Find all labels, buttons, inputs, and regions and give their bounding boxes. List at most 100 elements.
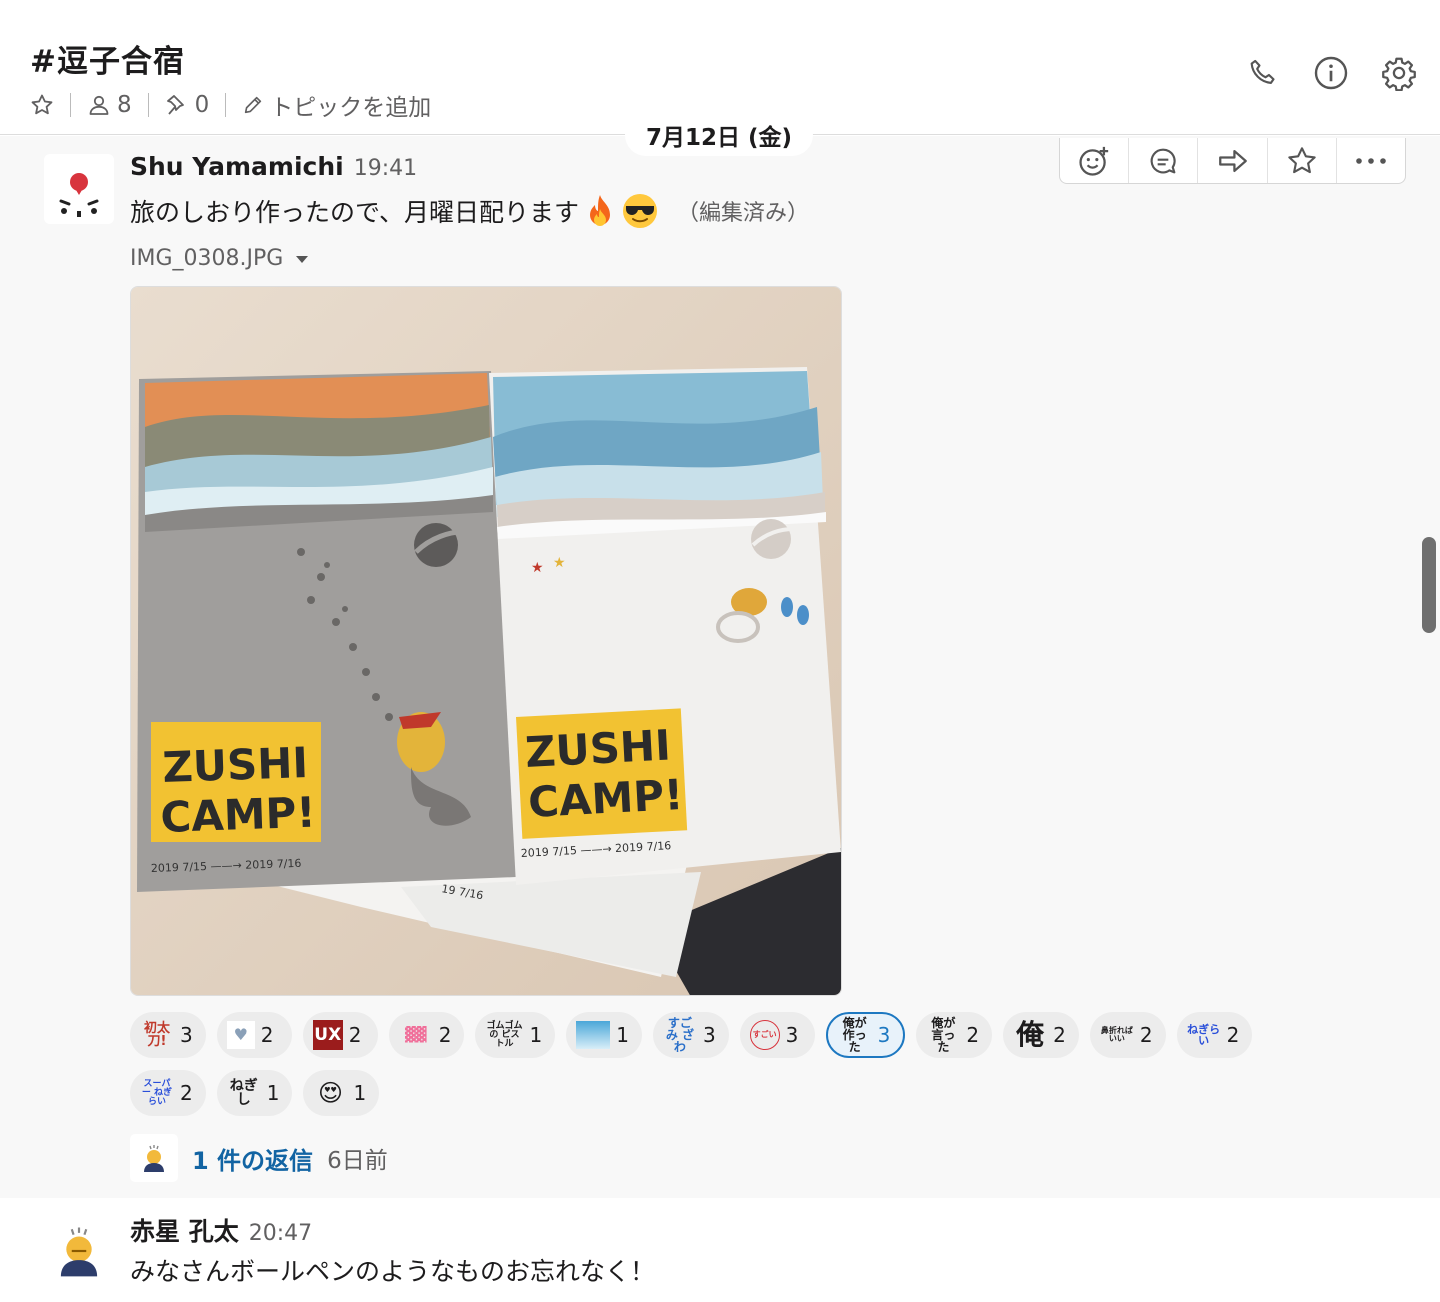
channel-details-button[interactable] <box>1312 54 1350 92</box>
reaction-count: 2 <box>180 1081 193 1105</box>
gomugomu-emoji-icon: ゴムゴムの ピストル <box>486 1020 523 1049</box>
reaction-sugomi-zawa[interactable]: すごみ ざわ 3 <box>652 1012 729 1058</box>
call-button[interactable] <box>1244 54 1282 92</box>
channel-name[interactable]: #逗子合宿 <box>30 36 185 81</box>
image-attachment[interactable]: ZUSHI CAMP! 2019 7/15 ——→ 2019 7/16 ★ ★ … <box>130 286 842 996</box>
edited-label: （編集済み） <box>677 201 810 226</box>
thread-icon <box>1150 148 1176 173</box>
reaction-count: 1 <box>616 1023 629 1047</box>
thread-summary[interactable]: 1 件の返信 6日前 <box>130 1134 388 1182</box>
share-arrow-icon <box>1218 149 1247 172</box>
add-reaction-button[interactable] <box>1060 138 1130 183</box>
reaction-count: 2 <box>966 1023 980 1047</box>
poster-title-line2-right: CAMP! <box>527 770 684 827</box>
message[interactable]: Shu Yamamichi 19:41 旅のしおり作ったので、月曜日配ります （… <box>0 136 1440 1198</box>
reaction-gomugomu[interactable]: ゴムゴムの ピストル 1 <box>475 1012 556 1058</box>
negishi-emoji-icon: ねぎし <box>229 1078 258 1108</box>
reaction-count: 1 <box>353 1081 367 1105</box>
reaction-ore[interactable]: 俺2 <box>1003 1012 1079 1058</box>
ore-ga-tsukutta-emoji-icon: 俺が 作った <box>842 1016 867 1054</box>
bowing-person-icon <box>144 1145 164 1172</box>
scrollbar-thumb[interactable] <box>1422 537 1436 633</box>
svg-text:★: ★ <box>553 555 566 571</box>
reaction-super-negirai[interactable]: スーパー ねぎらい 2 <box>130 1070 206 1116</box>
channel-settings-button[interactable] <box>1380 54 1418 92</box>
ellipsis-icon <box>1356 157 1386 164</box>
heart-emoji-icon: ♥ <box>226 1021 255 1049</box>
reaction-count: 1 <box>529 1023 543 1047</box>
reaction-ore-ga-itta[interactable]: 俺が 言った 2 <box>916 1012 993 1058</box>
reaction-sugoi[interactable]: すごい 3 <box>739 1012 815 1058</box>
star-channel-button[interactable] <box>30 93 54 117</box>
date-divider[interactable]: 7月12日 (金) <box>625 114 813 156</box>
caret-down-icon <box>296 255 309 263</box>
more-actions-button[interactable] <box>1337 138 1405 183</box>
poster-title-line2: CAMP! <box>160 788 317 842</box>
info-icon <box>1314 56 1348 90</box>
sugomi-zawa-emoji-icon: すごみ ざわ <box>665 1016 695 1054</box>
sky-emoji-icon: ▤ <box>576 1021 611 1049</box>
add-topic-button[interactable]: トピックを追加 <box>242 88 431 122</box>
timestamp[interactable]: 20:47 <box>249 1221 312 1246</box>
share-message-button[interactable] <box>1198 138 1268 183</box>
members-count: 8 <box>117 92 132 118</box>
sunglasses-emoji-icon <box>623 194 658 228</box>
reaction-negirai[interactable]: ねぎらい 2 <box>1176 1012 1253 1058</box>
message-text: 旅のしおり作ったので、月曜日配ります <box>130 198 580 227</box>
ore-emoji-icon: 俺 <box>1016 1018 1045 1051</box>
message[interactable]: 赤星 孔太 20:47 みなさんボールペンのようなものお忘れなく！ <box>0 1198 1440 1302</box>
reaction-count: 3 <box>785 1023 799 1047</box>
svg-text:★: ★ <box>531 560 544 576</box>
ore-ga-itta-emoji-icon: 俺が 言った <box>931 1016 956 1054</box>
header-actions <box>1244 54 1418 92</box>
reaction-sky[interactable]: ▤1 <box>566 1012 642 1058</box>
reaction-ux[interactable]: UX 2 <box>302 1012 378 1058</box>
message-text: みなさんボールペンのようなものお忘れなく！ <box>130 1257 656 1286</box>
timestamp[interactable]: 19:41 <box>354 156 417 181</box>
phone-icon <box>1250 59 1275 84</box>
avatar[interactable] <box>50 1222 108 1280</box>
reactions: 初太刀!3 ♥2 UX2 ▓▓2 ゴムゴムの ピストル1 ▤1 すごみ ざわ3 … <box>130 1012 1330 1116</box>
thread-last-reply-time: 6日前 <box>327 1148 388 1174</box>
gear-icon <box>1382 57 1416 91</box>
reaction-heart-eyes[interactable]: 😍 1 <box>303 1070 380 1116</box>
author-name[interactable]: Shu Yamamichi <box>130 152 344 181</box>
reaction-ore-ga-tsukutta[interactable]: 俺が 作った 3 <box>825 1012 906 1058</box>
reaction-count: 2 <box>438 1023 452 1047</box>
shodachi-emoji-icon: 初太刀! <box>143 1021 170 1049</box>
pins-button[interactable]: 0 <box>165 92 210 118</box>
reaction-count: 3 <box>877 1023 891 1047</box>
author-name[interactable]: 赤星 孔太 <box>130 1212 239 1248</box>
reaction-shodachi[interactable]: 初太刀! 3 <box>130 1012 206 1058</box>
avatar[interactable] <box>44 154 114 224</box>
message-actions <box>1059 138 1406 184</box>
reaction-heart[interactable]: ♥ 2 <box>216 1012 292 1058</box>
reaction-pink-tiles[interactable]: ▓▓ 2 <box>388 1012 465 1058</box>
fire-emoji-icon <box>590 195 611 226</box>
thread-replies-link[interactable]: 1 件の返信 <box>192 1141 313 1176</box>
message-header: 赤星 孔太 20:47 <box>130 1212 312 1248</box>
heart-eyes-emoji-icon: 😍 <box>317 1079 343 1107</box>
poster-title-line1: ZUSHI <box>162 738 309 792</box>
sugoi-stamp-icon: すごい <box>749 1020 780 1050</box>
members-button[interactable]: 8 <box>87 92 132 118</box>
add-emoji-icon <box>1079 146 1109 176</box>
pins-count: 0 <box>194 92 210 118</box>
hanaoreba-ii-emoji-icon: 鼻折れば いい <box>1100 1026 1133 1043</box>
file-name[interactable]: IMG_0308.JPG <box>130 246 283 271</box>
reply-in-thread-button[interactable] <box>1129 138 1199 183</box>
pink-tiles-emoji-icon: ▓▓ <box>404 1027 427 1043</box>
reaction-count: 2 <box>1139 1023 1153 1047</box>
save-message-button[interactable] <box>1268 138 1337 183</box>
reaction-negishi[interactable]: ねぎし 1 <box>216 1070 293 1116</box>
bowing-person-icon <box>60 1227 98 1277</box>
star-icon <box>1287 146 1316 173</box>
pin-icon <box>166 95 184 115</box>
star-icon <box>31 94 53 115</box>
poster-title-line1-right: ZUSHI <box>524 720 672 777</box>
reaction-hanaoreba-ii[interactable]: 鼻折れば いい 2 <box>1089 1012 1166 1058</box>
reaction-count: 2 <box>1053 1023 1066 1047</box>
message-body: 旅のしおり作ったので、月曜日配ります （編集済み） <box>130 192 809 230</box>
negirai-emoji-icon: ねぎらい <box>1187 1023 1221 1047</box>
file-header[interactable]: IMG_0308.JPG <box>130 246 309 271</box>
